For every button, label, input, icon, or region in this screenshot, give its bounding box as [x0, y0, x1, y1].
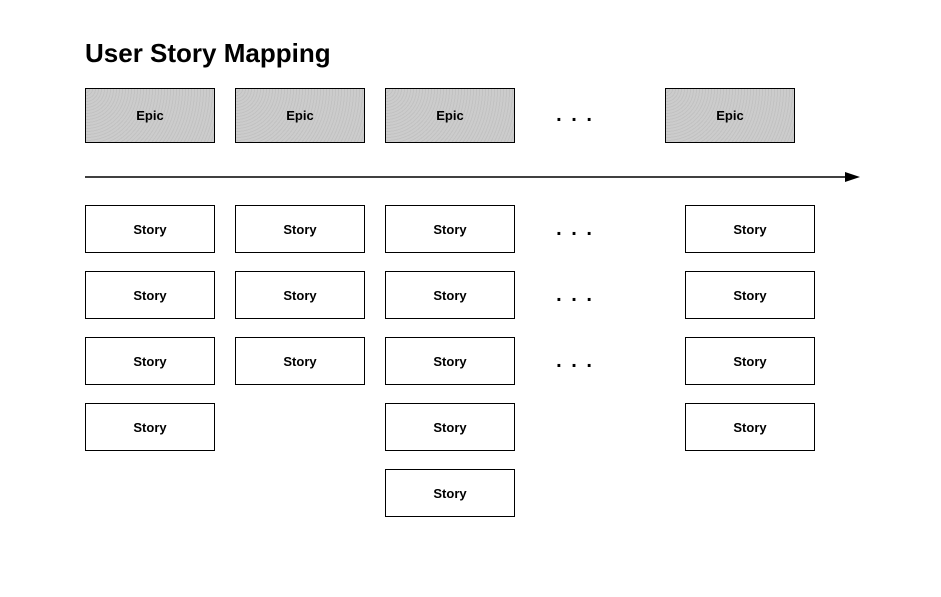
story-card: Story: [385, 403, 515, 451]
page-title: User Story Mapping: [85, 38, 331, 69]
story-card: Story: [685, 271, 815, 319]
story-column: Story Story Story Story: [685, 205, 815, 535]
story-card: Story: [235, 271, 365, 319]
spacer: [635, 205, 685, 535]
story-card: Story: [685, 205, 815, 253]
story-card: Story: [85, 205, 215, 253]
story-card: Story: [685, 337, 815, 385]
story-card: Story: [385, 205, 515, 253]
story-column: Story Story Story: [235, 205, 365, 535]
timeline-arrow: [85, 170, 860, 184]
story-card: Story: [385, 469, 515, 517]
epic-card: Epic: [385, 88, 515, 143]
epic-card: Epic: [85, 88, 215, 143]
story-card: Story: [235, 205, 365, 253]
story-card: Story: [235, 337, 365, 385]
story-card: Story: [385, 337, 515, 385]
story-ellipsis: . . .: [535, 337, 615, 385]
story-card: Story: [685, 403, 815, 451]
epic-ellipsis: . . .: [535, 104, 615, 127]
story-column: Story Story Story Story: [85, 205, 215, 535]
story-grid: Story Story Story Story Story Story Stor…: [85, 205, 815, 535]
story-ellipsis: . . .: [535, 271, 615, 319]
story-card: Story: [385, 271, 515, 319]
epic-row: Epic Epic Epic . . . Epic: [85, 88, 795, 143]
story-card: Story: [85, 403, 215, 451]
epic-card: Epic: [235, 88, 365, 143]
story-ellipsis-column: . . . . . . . . .: [535, 205, 615, 535]
story-card: Story: [85, 271, 215, 319]
epic-card: Epic: [665, 88, 795, 143]
story-ellipsis: . . .: [535, 205, 615, 253]
story-card: Story: [85, 337, 215, 385]
story-column: Story Story Story Story Story: [385, 205, 515, 535]
